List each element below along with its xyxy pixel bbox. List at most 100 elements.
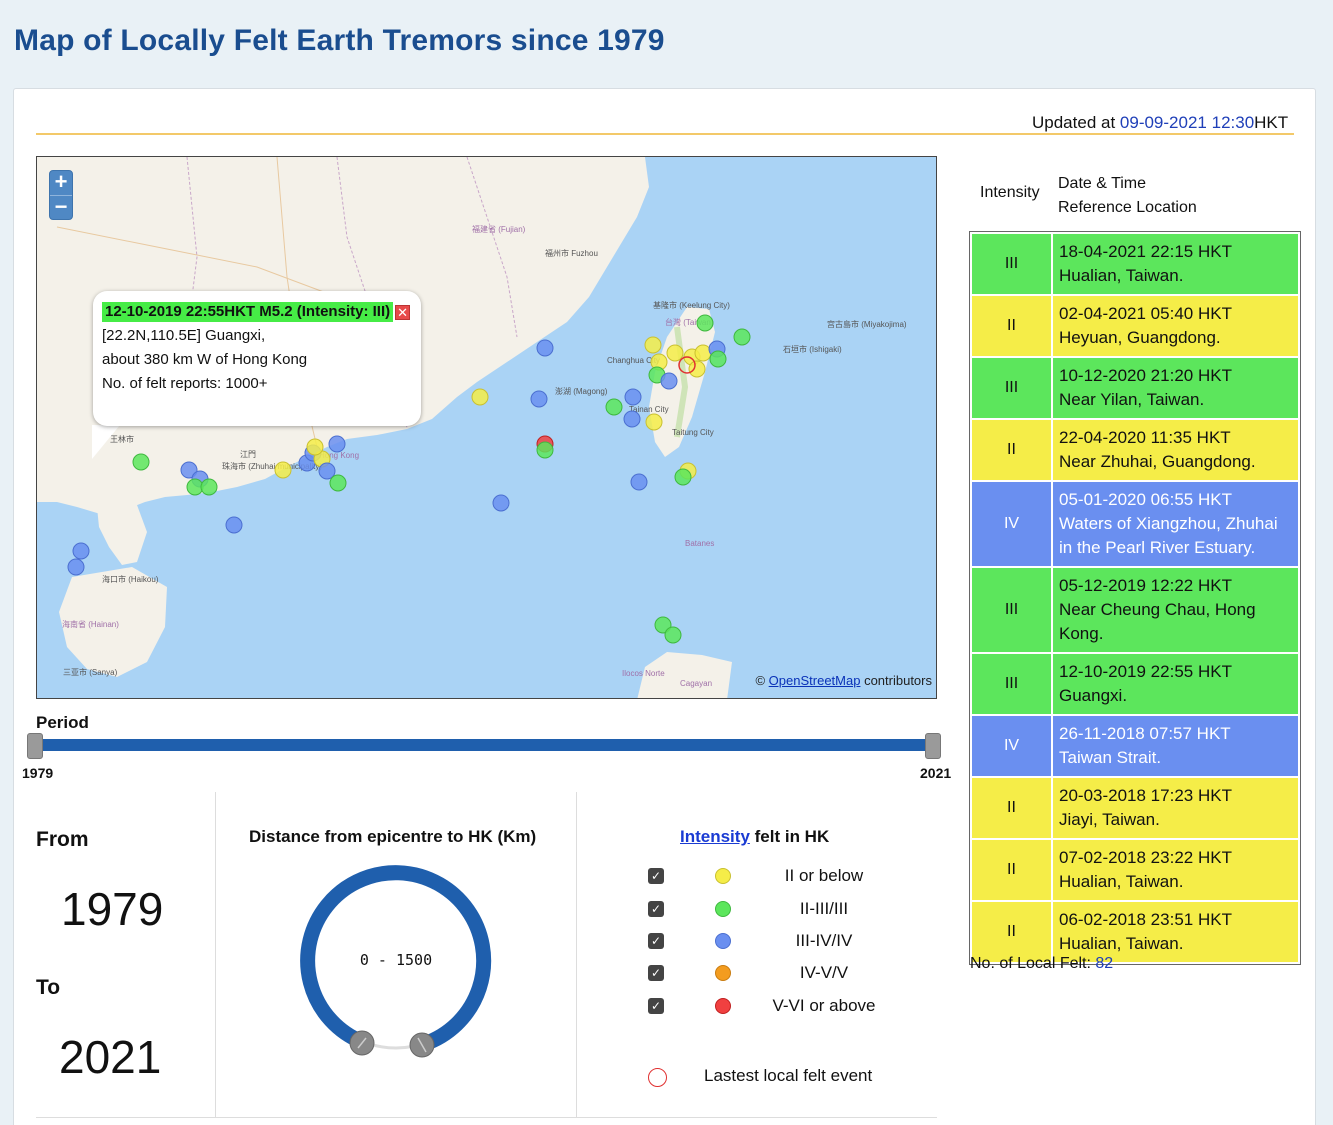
- row-datetime: 02-04-2021 05:40 HKT: [1059, 304, 1232, 323]
- column-divider: [215, 792, 216, 1117]
- popup-close-icon[interactable]: ✕: [395, 304, 411, 320]
- row-location: Near Cheung Chau, Hong Kong.: [1059, 600, 1256, 643]
- row-location: Hualian, Taiwan.: [1059, 872, 1184, 891]
- popup-line: [22.2N,110.5E] Guangxi,: [102, 327, 266, 344]
- row-datetime: 26-11-2018 07:57 HKT: [1059, 724, 1231, 743]
- header-location: Reference Location: [1058, 199, 1197, 216]
- local-felt-count: No. of Local Felt: 82: [970, 955, 1113, 973]
- legend-checkbox[interactable]: ✓: [648, 998, 664, 1014]
- map-basemap: [37, 157, 732, 698]
- legend-label: II-III/III: [799, 899, 849, 918]
- row-datetime: 05-12-2019 12:22 HKT: [1059, 576, 1232, 595]
- period-min-label: 1979: [22, 765, 54, 781]
- popup-header: 12-10-2019 22:55HKT M5.2 (Intensity: III…: [102, 300, 412, 324]
- row-intensity: IV: [972, 716, 1051, 776]
- map-label: Batanes: [685, 539, 715, 548]
- table-row[interactable]: IV 05-01-2020 06:55 HKT Waters of Xiangzh…: [972, 482, 1298, 566]
- period-label: Period: [36, 713, 89, 732]
- legend-checkbox[interactable]: ✓: [648, 901, 664, 917]
- header-divider: [36, 133, 1294, 135]
- period-slider-track[interactable]: [36, 739, 935, 751]
- popup-line: about 380 km W of Hong Kong: [102, 351, 308, 368]
- row-intensity: II: [972, 778, 1051, 838]
- updated-date: 09-09-2021: [1119, 113, 1207, 132]
- map-label: 福州市 Fuzhou: [545, 249, 598, 258]
- tremor-map[interactable]: 福建省 (Fujian) 台灣 (Taiwan) 海南省 (Hainan) Ba…: [36, 156, 937, 699]
- table-row[interactable]: II 22-04-2020 11:35 HKT Near Zhuhai, Guan…: [972, 420, 1298, 480]
- updated-prefix: Updated at: [1032, 113, 1120, 132]
- row-datetime: 18-04-2021 22:15 HKT: [1059, 242, 1232, 261]
- row-intensity: II: [972, 902, 1051, 962]
- zoom-out-button[interactable]: −: [50, 195, 72, 219]
- row-intensity: III: [972, 234, 1051, 294]
- updated-time: 12:30: [1211, 113, 1255, 132]
- updated-suffix: HKT: [1254, 113, 1289, 132]
- legend-checkbox[interactable]: ✓: [648, 933, 664, 949]
- table-row[interactable]: III 05-12-2019 12:22 HKT Near Cheung Chau…: [972, 568, 1298, 652]
- period-slider-min-handle[interactable]: [27, 733, 43, 759]
- table-row[interactable]: II 07-02-2018 23:22 HKT Hualian, Taiwan.: [972, 840, 1298, 900]
- map-attribution: © OpenStreetMap contributors: [755, 673, 932, 688]
- table-row[interactable]: III 18-04-2021 22:15 HKT Hualian, Taiwan.: [972, 234, 1298, 294]
- row-details: 26-11-2018 07:57 HKT Taiwan Strait.: [1053, 716, 1298, 776]
- row-location: Taiwan Strait.: [1059, 748, 1162, 767]
- row-location: Guangxi.: [1059, 686, 1128, 705]
- legend-label: V-VI or above: [772, 996, 876, 1015]
- map-label: 江門: [240, 450, 256, 459]
- period-slider-max-handle[interactable]: [925, 733, 941, 759]
- table-row[interactable]: III 12-10-2019 22:55 HKT Guangxi.: [972, 654, 1298, 714]
- zoom-in-button[interactable]: +: [50, 171, 72, 195]
- table-row[interactable]: II 20-03-2018 17:23 HKT Jiayi, Taiwan.: [972, 778, 1298, 838]
- row-datetime: 20-03-2018 17:23 HKT: [1059, 786, 1232, 805]
- bottom-divider: [36, 1117, 937, 1118]
- table-row[interactable]: IV 26-11-2018 07:57 HKT Taiwan Strait.: [972, 716, 1298, 776]
- row-details: 10-12-2020 21:20 HKT Near Yilan, Taiwan.: [1053, 358, 1298, 418]
- row-location: Near Zhuhai, Guangdong.: [1059, 452, 1256, 471]
- row-intensity: III: [972, 654, 1051, 714]
- table-row[interactable]: II 06-02-2018 23:51 HKT Hualian, Taiwan.: [972, 902, 1298, 962]
- map-label: 海南省 (Hainan): [62, 620, 119, 629]
- period-max-label: 2021: [920, 765, 952, 781]
- openstreetmap-link[interactable]: OpenStreetMap: [769, 673, 861, 688]
- table-row[interactable]: II 02-04-2021 05:40 HKT Heyuan, Guangdong…: [972, 296, 1298, 356]
- row-details: 02-04-2021 05:40 HKT Heyuan, Guangdong.: [1053, 296, 1298, 356]
- legend-row: ✓ III-IV/IV: [648, 929, 898, 953]
- legend-label: IV-V/V: [799, 963, 849, 982]
- felt-count-label: No. of Local Felt:: [970, 955, 1096, 972]
- row-details: 05-01-2020 06:55 HKT Waters of Xiangzhou,…: [1053, 482, 1298, 566]
- attribution-suffix: contributors: [860, 673, 932, 688]
- map-label: 三亚市 (Sanya): [63, 668, 118, 677]
- table-row[interactable]: III 10-12-2020 21:20 HKT Near Yilan, Taiw…: [972, 358, 1298, 418]
- legend-label: II or below: [784, 866, 864, 885]
- row-details: 07-02-2018 23:22 HKT Hualian, Taiwan.: [1053, 840, 1298, 900]
- legend-checkbox[interactable]: ✓: [648, 965, 664, 981]
- row-datetime: 06-02-2018 23:51 HKT: [1059, 910, 1232, 929]
- intensity-link[interactable]: Intensity: [680, 827, 750, 846]
- legend-label: III-IV/IV: [795, 931, 853, 950]
- map-label: 福建省 (Fujian): [472, 225, 526, 234]
- row-details: 05-12-2019 12:22 HKT Near Cheung Chau, Ho…: [1053, 568, 1298, 652]
- row-intensity: II: [972, 840, 1051, 900]
- row-details: 06-02-2018 23:51 HKT Hualian, Taiwan.: [1053, 902, 1298, 962]
- row-details: 22-04-2020 11:35 HKT Near Zhuhai, Guangdo…: [1053, 420, 1298, 480]
- row-location: Waters of Xiangzhou, Zhuhai in the Pearl…: [1059, 514, 1278, 557]
- column-divider: [576, 792, 577, 1117]
- map-label: 台灣 (Taiwan): [665, 318, 714, 327]
- map-label: Tainan City: [629, 405, 669, 414]
- from-year: 1979: [61, 883, 164, 935]
- map-label: 珠海市 (Zhuhai municipality): [222, 462, 323, 471]
- map-label: Ilocos Norte: [622, 669, 665, 678]
- row-datetime: 05-01-2020 06:55 HKT: [1059, 490, 1232, 509]
- distance-value: 0 - 1500: [359, 951, 433, 969]
- updated-timestamp: Updated at 09-09-2021 12:30HKT: [1032, 113, 1288, 133]
- felt-count-value: 82: [1095, 955, 1114, 972]
- row-details: 18-04-2021 22:15 HKT Hualian, Taiwan.: [1053, 234, 1298, 294]
- map-label: Hong Kong: [319, 451, 360, 460]
- legend-checkbox[interactable]: ✓: [648, 868, 664, 884]
- zoom-control: + −: [49, 170, 73, 220]
- map-label: 基隆市 (Keelung City): [653, 301, 730, 310]
- row-intensity: II: [972, 296, 1051, 356]
- map-label: Cagayan: [680, 679, 713, 688]
- attribution-prefix: ©: [755, 673, 769, 688]
- row-datetime: 07-02-2018 23:22 HKT: [1059, 848, 1232, 867]
